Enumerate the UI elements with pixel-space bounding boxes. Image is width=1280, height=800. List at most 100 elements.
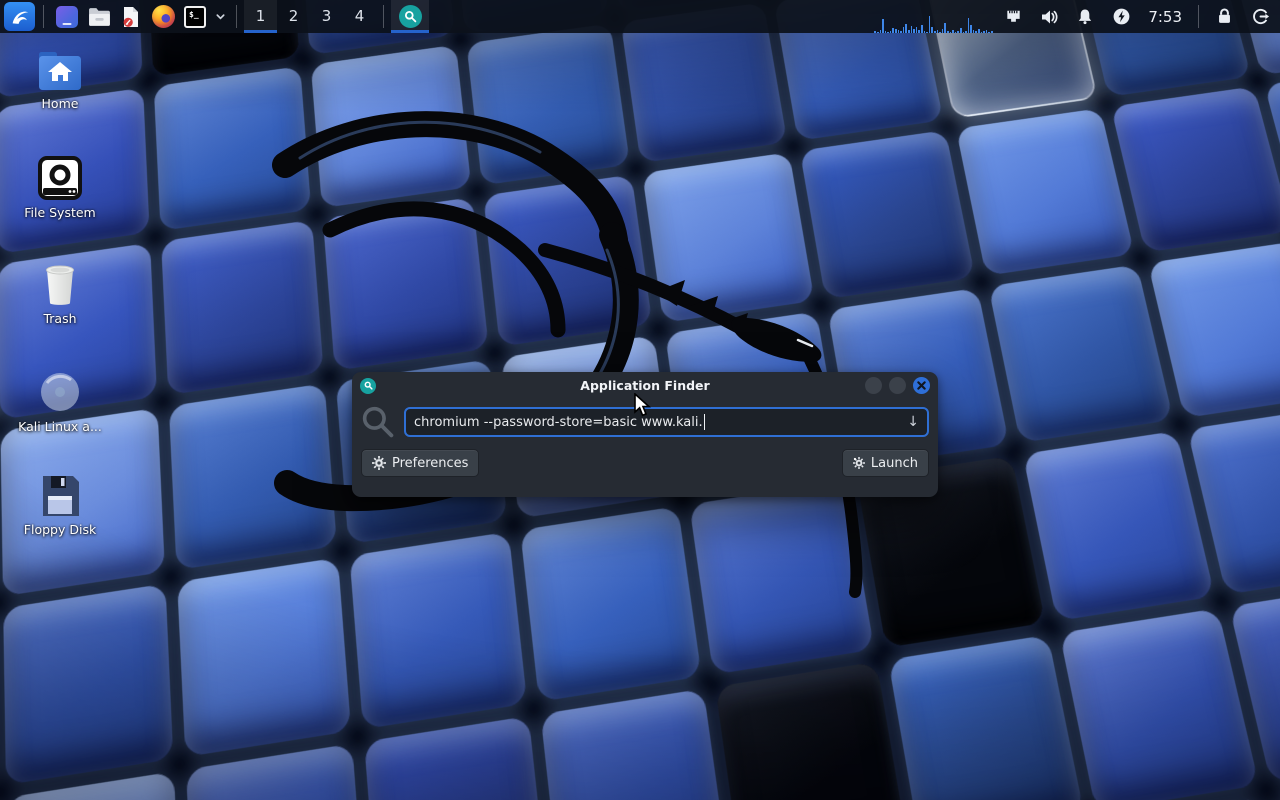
panel-separator: [1198, 5, 1199, 28]
cpu-bar: [955, 32, 957, 33]
logout-button[interactable]: [1242, 0, 1278, 33]
launcher-dropdown-arrow[interactable]: [211, 0, 229, 33]
workspace-button-2[interactable]: 2: [277, 0, 310, 33]
text-editor-icon: [121, 6, 141, 28]
wallpaper-cube: [323, 197, 489, 371]
cpu-bar: [991, 31, 993, 33]
desktop-icon-label: File System: [24, 206, 96, 220]
power-bolt-icon: [1112, 7, 1131, 26]
volume-icon: [1039, 7, 1059, 27]
cpu-bar: [892, 28, 894, 33]
cpu-bar: [947, 31, 949, 33]
cpu-bar: [918, 30, 920, 33]
wallpaper-cube: [349, 532, 527, 729]
workspace-label: 4: [355, 7, 365, 25]
close-button[interactable]: [913, 377, 930, 394]
clock-text: 7:53: [1148, 8, 1182, 26]
wallpaper-cube: [364, 716, 548, 800]
cpu-bar: [911, 26, 913, 33]
cpu-bar: [942, 29, 944, 33]
bell-icon: [1076, 7, 1094, 26]
launch-gear-icon: [853, 457, 865, 469]
volume-tray-button[interactable]: [1031, 0, 1067, 33]
terminal-icon: $_: [184, 6, 206, 28]
preferences-label: Preferences: [392, 456, 468, 471]
kali-menu-icon: [9, 6, 31, 28]
cpu-bar: [963, 32, 965, 33]
command-input[interactable]: chromium --password-store=basic www.kali…: [404, 407, 929, 437]
cpu-bar: [978, 29, 980, 33]
finder-body: chromium --password-store=basic www.kali…: [352, 399, 938, 439]
text-caret: [704, 414, 706, 430]
cpu-bar: [890, 31, 892, 33]
panel-clock[interactable]: 7:53: [1139, 0, 1191, 33]
application-finder-task-icon: [399, 5, 422, 28]
notifications-tray-button[interactable]: [1067, 0, 1103, 33]
large-search-icon: [361, 405, 395, 439]
file-manager-launcher[interactable]: [83, 0, 115, 33]
cpu-bar: [924, 31, 926, 33]
trash-icon: [40, 261, 80, 307]
wallpaper-cube: [715, 662, 907, 800]
floppy-disk-icon: [39, 474, 81, 518]
top-panel: $_ 1 2 3 4: [0, 0, 1280, 33]
cpu-bar: [921, 25, 923, 33]
cpu-bar: [944, 23, 946, 33]
launch-button[interactable]: Launch: [842, 449, 929, 477]
wallpaper-cube: [956, 108, 1135, 276]
cpu-bar: [937, 30, 939, 33]
firefox-icon: [152, 5, 175, 28]
cpu-graph[interactable]: [871, 0, 995, 33]
titlebar[interactable]: Application Finder: [352, 372, 938, 399]
cpu-bar: [908, 30, 910, 33]
cpu-bar: [874, 31, 876, 33]
cpu-bar: [981, 32, 983, 33]
cpu-bar: [931, 27, 933, 33]
cpu-bar: [895, 29, 897, 33]
wallpaper-cube: [154, 66, 311, 231]
network-tray-button[interactable]: [995, 0, 1031, 33]
wallpaper-cube: [483, 175, 652, 347]
web-browser-launcher[interactable]: [147, 0, 179, 33]
desktop-icon-trash[interactable]: Trash: [8, 261, 112, 326]
taskbar-application-finder[interactable]: [391, 0, 429, 33]
desktop-icon-home[interactable]: Home: [8, 50, 112, 111]
cpu-bar: [952, 30, 954, 33]
desktop-icon-file-system[interactable]: File System: [8, 155, 112, 220]
wallpaper-cube: [1148, 241, 1280, 418]
desktop-icon-kali-linux[interactable]: Kali Linux a...: [8, 369, 112, 434]
cpu-bar: [968, 18, 970, 33]
cpu-bar: [957, 31, 959, 33]
preferences-button[interactable]: Preferences: [361, 449, 479, 477]
workspace-label: 3: [322, 7, 332, 25]
launch-label: Launch: [871, 456, 918, 471]
dropdown-arrow-icon[interactable]: ↓: [907, 414, 919, 430]
terminal-session-launcher[interactable]: $_: [179, 0, 211, 33]
panel-right-group: 7:53: [871, 0, 1280, 33]
panel-separator: [43, 5, 44, 28]
cpu-bar: [882, 19, 884, 33]
wallpaper-cube: [311, 45, 472, 208]
wallpaper-cube: [1023, 431, 1215, 621]
cpu-bar: [880, 30, 882, 33]
workspace-button-3[interactable]: 3: [310, 0, 343, 33]
desktop-icon-label: Home: [42, 97, 79, 111]
workspace-button-1[interactable]: 1: [244, 0, 277, 33]
lock-screen-button[interactable]: [1206, 0, 1242, 33]
desktop-icon-floppy-disk[interactable]: Floppy Disk: [8, 474, 112, 537]
wallpaper-cube: [689, 481, 874, 675]
terminal-emulator-launcher[interactable]: [51, 0, 83, 33]
cpu-bar: [934, 31, 936, 33]
maximize-button[interactable]: [889, 377, 906, 394]
folder-icon: [88, 7, 111, 27]
command-text: chromium --password-store=basic www.kali…: [414, 415, 703, 430]
workspace-button-4[interactable]: 4: [343, 0, 376, 33]
cpu-bar: [885, 31, 887, 33]
text-editor-launcher[interactable]: [115, 0, 147, 33]
desktop-icon-label: Trash: [43, 312, 76, 326]
power-manager-tray-button[interactable]: [1103, 0, 1139, 33]
applications-menu-button[interactable]: [4, 2, 35, 31]
cpu-bar: [913, 29, 915, 33]
minimize-button[interactable]: [865, 377, 882, 394]
wallpaper-cube: [3, 584, 173, 785]
